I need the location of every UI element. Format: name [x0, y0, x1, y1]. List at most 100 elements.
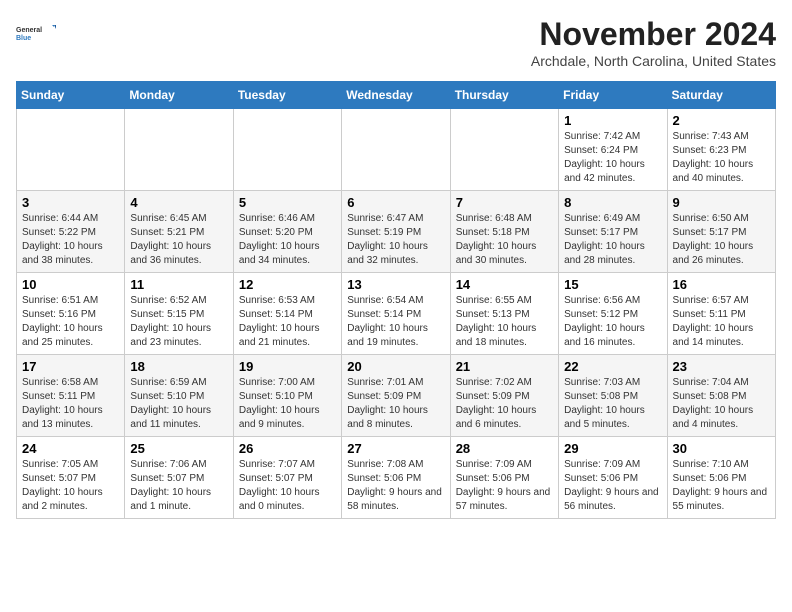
- calendar-cell: [233, 109, 341, 191]
- week-row-4: 17Sunrise: 6:58 AM Sunset: 5:11 PM Dayli…: [17, 355, 776, 437]
- logo-svg: General Blue: [16, 16, 56, 52]
- weekday-header-row: SundayMondayTuesdayWednesdayThursdayFrid…: [17, 82, 776, 109]
- calendar-table: SundayMondayTuesdayWednesdayThursdayFrid…: [16, 81, 776, 519]
- day-info: Sunrise: 7:10 AM Sunset: 5:06 PM Dayligh…: [673, 458, 770, 514]
- day-number: 5: [239, 195, 336, 210]
- calendar-cell: 28 Sunrise: 7:09 AM Sunset: 5:06 PM Dayli…: [450, 437, 558, 519]
- calendar-cell: 24 Sunrise: 7:05 AM Sunset: 5:07 PM Dayli…: [17, 437, 125, 519]
- day-info: Sunrise: 7:09 AM Sunset: 5:06 PM Dayligh…: [564, 458, 661, 514]
- calendar-cell: 14 Sunrise: 6:55 AM Sunset: 5:13 PM Dayli…: [450, 273, 558, 355]
- day-info: Sunrise: 6:52 AM Sunset: 5:15 PM Dayligh…: [130, 294, 227, 350]
- calendar-cell: 23 Sunrise: 7:04 AM Sunset: 5:08 PM Dayli…: [667, 355, 775, 437]
- svg-text:Blue: Blue: [16, 35, 31, 42]
- day-info: Sunrise: 6:50 AM Sunset: 5:17 PM Dayligh…: [673, 212, 770, 268]
- day-info: Sunrise: 6:44 AM Sunset: 5:22 PM Dayligh…: [22, 212, 119, 268]
- day-info: Sunrise: 7:42 AM Sunset: 6:24 PM Dayligh…: [564, 130, 661, 186]
- day-number: 13: [347, 277, 444, 292]
- calendar-cell: 26 Sunrise: 7:07 AM Sunset: 5:07 PM Dayli…: [233, 437, 341, 519]
- day-info: Sunrise: 7:06 AM Sunset: 5:07 PM Dayligh…: [130, 458, 227, 514]
- day-info: Sunrise: 7:05 AM Sunset: 5:07 PM Dayligh…: [22, 458, 119, 514]
- calendar-cell: 13 Sunrise: 6:54 AM Sunset: 5:14 PM Dayli…: [342, 273, 450, 355]
- day-number: 9: [673, 195, 770, 210]
- calendar-cell: 25 Sunrise: 7:06 AM Sunset: 5:07 PM Dayli…: [125, 437, 233, 519]
- day-number: 1: [564, 113, 661, 128]
- day-info: Sunrise: 6:58 AM Sunset: 5:11 PM Dayligh…: [22, 376, 119, 432]
- day-number: 16: [673, 277, 770, 292]
- day-number: 23: [673, 359, 770, 374]
- calendar-cell: 11 Sunrise: 6:52 AM Sunset: 5:15 PM Dayli…: [125, 273, 233, 355]
- day-number: 10: [22, 277, 119, 292]
- calendar-cell: 9 Sunrise: 6:50 AM Sunset: 5:17 PM Daylig…: [667, 191, 775, 273]
- day-info: Sunrise: 6:55 AM Sunset: 5:13 PM Dayligh…: [456, 294, 553, 350]
- week-row-1: 1 Sunrise: 7:42 AM Sunset: 6:24 PM Daylig…: [17, 109, 776, 191]
- weekday-header-thursday: Thursday: [450, 82, 558, 109]
- day-number: 15: [564, 277, 661, 292]
- day-info: Sunrise: 7:01 AM Sunset: 5:09 PM Dayligh…: [347, 376, 444, 432]
- calendar-cell: [125, 109, 233, 191]
- calendar-cell: 20 Sunrise: 7:01 AM Sunset: 5:09 PM Dayli…: [342, 355, 450, 437]
- day-info: Sunrise: 7:02 AM Sunset: 5:09 PM Dayligh…: [456, 376, 553, 432]
- day-info: Sunrise: 7:03 AM Sunset: 5:08 PM Dayligh…: [564, 376, 661, 432]
- day-info: Sunrise: 6:54 AM Sunset: 5:14 PM Dayligh…: [347, 294, 444, 350]
- week-row-5: 24 Sunrise: 7:05 AM Sunset: 5:07 PM Dayli…: [17, 437, 776, 519]
- calendar-cell: 5 Sunrise: 6:46 AM Sunset: 5:20 PM Daylig…: [233, 191, 341, 273]
- day-number: 29: [564, 441, 661, 456]
- calendar-cell: [17, 109, 125, 191]
- day-info: Sunrise: 6:53 AM Sunset: 5:14 PM Dayligh…: [239, 294, 336, 350]
- day-info: Sunrise: 6:49 AM Sunset: 5:17 PM Dayligh…: [564, 212, 661, 268]
- logo: General Blue: [16, 16, 56, 52]
- calendar-cell: 2 Sunrise: 7:43 AM Sunset: 6:23 PM Daylig…: [667, 109, 775, 191]
- calendar-cell: 19 Sunrise: 7:00 AM Sunset: 5:10 PM Dayli…: [233, 355, 341, 437]
- day-info: Sunrise: 6:45 AM Sunset: 5:21 PM Dayligh…: [130, 212, 227, 268]
- day-number: 14: [456, 277, 553, 292]
- weekday-header-friday: Friday: [559, 82, 667, 109]
- day-number: 4: [130, 195, 227, 210]
- day-number: 24: [22, 441, 119, 456]
- day-number: 19: [239, 359, 336, 374]
- calendar-cell: 18Sunrise: 6:59 AM Sunset: 5:10 PM Dayli…: [125, 355, 233, 437]
- day-info: Sunrise: 6:47 AM Sunset: 5:19 PM Dayligh…: [347, 212, 444, 268]
- calendar-cell: 1 Sunrise: 7:42 AM Sunset: 6:24 PM Daylig…: [559, 109, 667, 191]
- weekday-header-sunday: Sunday: [17, 82, 125, 109]
- calendar-cell: 29 Sunrise: 7:09 AM Sunset: 5:06 PM Dayli…: [559, 437, 667, 519]
- day-info: Sunrise: 6:57 AM Sunset: 5:11 PM Dayligh…: [673, 294, 770, 350]
- calendar-cell: 12Sunrise: 6:53 AM Sunset: 5:14 PM Dayli…: [233, 273, 341, 355]
- day-info: Sunrise: 6:48 AM Sunset: 5:18 PM Dayligh…: [456, 212, 553, 268]
- day-number: 2: [673, 113, 770, 128]
- weekday-header-tuesday: Tuesday: [233, 82, 341, 109]
- day-info: Sunrise: 7:43 AM Sunset: 6:23 PM Dayligh…: [673, 130, 770, 186]
- month-title: November 2024: [531, 16, 776, 53]
- weekday-header-wednesday: Wednesday: [342, 82, 450, 109]
- calendar-cell: 16 Sunrise: 6:57 AM Sunset: 5:11 PM Dayli…: [667, 273, 775, 355]
- day-info: Sunrise: 6:51 AM Sunset: 5:16 PM Dayligh…: [22, 294, 119, 350]
- day-info: Sunrise: 7:09 AM Sunset: 5:06 PM Dayligh…: [456, 458, 553, 514]
- day-number: 20: [347, 359, 444, 374]
- day-number: 3: [22, 195, 119, 210]
- day-number: 6: [347, 195, 444, 210]
- week-row-2: 3 Sunrise: 6:44 AM Sunset: 5:22 PM Daylig…: [17, 191, 776, 273]
- calendar-cell: 21Sunrise: 7:02 AM Sunset: 5:09 PM Dayli…: [450, 355, 558, 437]
- weekday-header-monday: Monday: [125, 82, 233, 109]
- calendar-cell: 27Sunrise: 7:08 AM Sunset: 5:06 PM Dayli…: [342, 437, 450, 519]
- location-subtitle: Archdale, North Carolina, United States: [531, 53, 776, 69]
- calendar-cell: 6 Sunrise: 6:47 AM Sunset: 5:19 PM Daylig…: [342, 191, 450, 273]
- calendar-cell: [342, 109, 450, 191]
- day-number: 25: [130, 441, 227, 456]
- calendar-cell: 8Sunrise: 6:49 AM Sunset: 5:17 PM Daylig…: [559, 191, 667, 273]
- day-info: Sunrise: 6:46 AM Sunset: 5:20 PM Dayligh…: [239, 212, 336, 268]
- page-header: General Blue November 2024 Archdale, Nor…: [16, 16, 776, 69]
- calendar-cell: 22Sunrise: 7:03 AM Sunset: 5:08 PM Dayli…: [559, 355, 667, 437]
- weekday-header-saturday: Saturday: [667, 82, 775, 109]
- day-info: Sunrise: 7:04 AM Sunset: 5:08 PM Dayligh…: [673, 376, 770, 432]
- day-number: 26: [239, 441, 336, 456]
- day-number: 11: [130, 277, 227, 292]
- svg-text:General: General: [16, 27, 42, 34]
- day-number: 30: [673, 441, 770, 456]
- day-info: Sunrise: 6:56 AM Sunset: 5:12 PM Dayligh…: [564, 294, 661, 350]
- day-number: 18: [130, 359, 227, 374]
- day-info: Sunrise: 7:07 AM Sunset: 5:07 PM Dayligh…: [239, 458, 336, 514]
- calendar-cell: 30 Sunrise: 7:10 AM Sunset: 5:06 PM Dayli…: [667, 437, 775, 519]
- day-number: 28: [456, 441, 553, 456]
- day-info: Sunrise: 7:00 AM Sunset: 5:10 PM Dayligh…: [239, 376, 336, 432]
- calendar-cell: 15 Sunrise: 6:56 AM Sunset: 5:12 PM Dayli…: [559, 273, 667, 355]
